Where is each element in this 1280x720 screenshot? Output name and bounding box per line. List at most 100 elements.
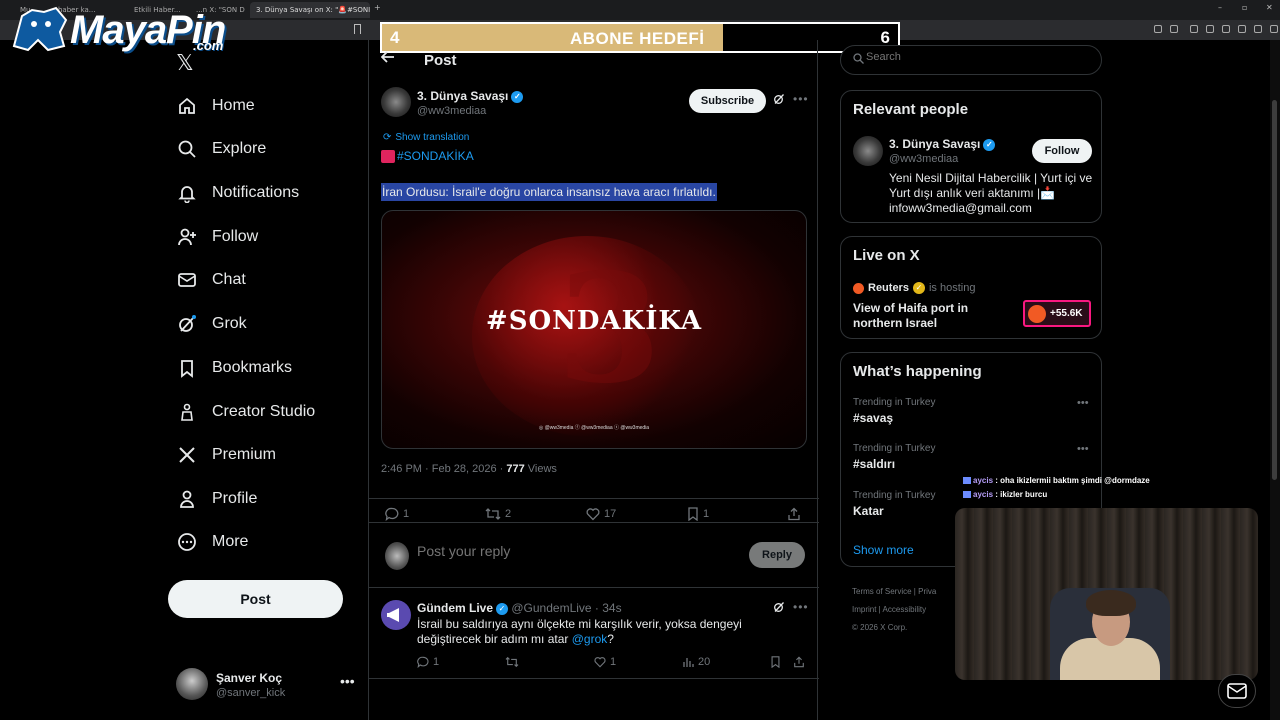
new-tab-button[interactable]: + — [374, 3, 381, 12]
trend-item[interactable]: Trending in Turkey #savaş ••• — [853, 397, 1093, 433]
x-logo-icon[interactable]: 𝕏 — [176, 50, 194, 76]
search-box[interactable] — [840, 45, 1102, 75]
more-options-icon[interactable]: ••• — [793, 600, 809, 614]
comment-author[interactable]: Gündem Live ✓ @GundemLive · 34s — [417, 601, 622, 615]
show-translation-link[interactable]: ⟳ Show translation — [383, 132, 469, 143]
reply-submit-button[interactable]: Reply — [749, 542, 805, 568]
megaphone-icon — [387, 608, 399, 622]
nav-item-chat[interactable]: Chat — [176, 265, 246, 295]
bookmark-button[interactable] — [770, 656, 781, 668]
live-panel: Live on X Reuters ✓ is hosting View of H… — [840, 236, 1102, 339]
avatar[interactable] — [381, 87, 411, 117]
more-options-icon[interactable]: ••• — [340, 673, 355, 689]
reply-input[interactable] — [417, 543, 697, 559]
menu-icon[interactable] — [1270, 25, 1278, 33]
extension-icon[interactable] — [1154, 25, 1162, 33]
avatar[interactable] — [853, 136, 883, 166]
author-name[interactable]: 3. Dünya Savaşı ✓ — [417, 89, 524, 103]
repost-button[interactable]: 2 — [485, 507, 511, 521]
bookmark-star-icon[interactable] — [354, 24, 361, 34]
account-switcher[interactable]: Şanver Koç @sanver_kick ••• — [176, 666, 366, 706]
share-icon — [788, 507, 800, 521]
nav-item-home[interactable]: Home — [176, 91, 255, 121]
restore-button[interactable]: ▫ — [1242, 3, 1247, 12]
nav-label: Bookmarks — [212, 359, 293, 376]
live-host[interactable]: Reuters ✓ is hosting — [853, 282, 975, 294]
more-options-icon[interactable]: ••• — [1077, 397, 1089, 409]
share-button[interactable] — [787, 507, 801, 521]
repost-button[interactable] — [505, 656, 523, 668]
shield-icon[interactable] — [1254, 25, 1262, 33]
like-button[interactable]: 17 — [586, 507, 616, 521]
extension-icon[interactable] — [1170, 25, 1178, 33]
mention-link[interactable]: @grok — [572, 632, 608, 646]
nav-item-profile[interactable]: Profile — [176, 484, 257, 514]
bookmark-button[interactable]: 1 — [687, 507, 709, 521]
privacy-link[interactable]: Priva — [918, 587, 936, 596]
close-window-button[interactable]: ✕ — [1266, 3, 1273, 12]
grok-icon[interactable] — [773, 601, 785, 616]
badge-icon — [963, 491, 971, 499]
hashtag-link[interactable]: #SONDAKİKA — [381, 149, 474, 164]
screen: Mu... haber ka... Etkili Haber... ...n X… — [0, 0, 1280, 720]
nav-item-explore[interactable]: Explore — [176, 134, 266, 164]
verified-badge-icon: ✓ — [496, 602, 509, 615]
search-input[interactable] — [866, 51, 1086, 63]
reply-button[interactable]: 1 — [417, 656, 439, 668]
imprint-link[interactable]: Imprint — [852, 605, 876, 614]
nav-label: Creator Studio — [212, 403, 316, 420]
more-options-icon[interactable]: ••• — [793, 92, 809, 106]
nav-item-bookmarks[interactable]: Bookmarks — [176, 353, 292, 383]
reply-button[interactable]: 1 — [385, 507, 409, 521]
extension-icon[interactable] — [1238, 25, 1246, 33]
nav-item-grok[interactable]: Grok — [176, 309, 247, 339]
follow-button[interactable]: Follow — [1032, 139, 1092, 163]
grok-icon[interactable] — [773, 93, 785, 108]
heart-icon — [594, 657, 606, 668]
trend-item[interactable]: Trending in Turkey #saldırı ••• — [853, 443, 1093, 479]
views-label: Views — [524, 463, 557, 475]
live-title[interactable]: View of Haifa port in northern Israel — [853, 301, 1003, 331]
show-more-link[interactable]: Show more — [853, 543, 914, 557]
page-title: Post — [424, 52, 457, 69]
scrollbar-thumb[interactable] — [1272, 100, 1277, 480]
compose-post-button[interactable]: Post — [168, 580, 343, 618]
timestamp[interactable]: 2:46 PM · Feb 28, 2026 · — [381, 463, 506, 475]
person-handle[interactable]: @ww3mediaa — [889, 153, 958, 165]
browser-tab-active[interactable]: 3. Dünya Savaşı on X: "🚨#SONI... — [250, 2, 370, 18]
post-image[interactable]: 3 #SONDAKİKA ◎ @ww3media ⓕ @ww3mediaa ⓣ … — [381, 210, 807, 449]
like-button[interactable]: 1 — [594, 656, 616, 668]
messages-button[interactable] — [1218, 674, 1256, 708]
nav-label: Notifications — [212, 184, 300, 201]
subscribe-button[interactable]: Subscribe — [689, 89, 766, 113]
creator-studio-icon — [176, 401, 198, 423]
nav-item-follow[interactable]: Follow — [176, 222, 258, 252]
avatar[interactable] — [381, 600, 411, 630]
share-button[interactable] — [793, 656, 805, 668]
minimize-button[interactable]: – — [1218, 3, 1222, 12]
post-text: İran Ordusu: İsrail'e doğru onlarca insa… — [381, 183, 717, 201]
nav-item-premium[interactable]: Premium — [176, 440, 276, 470]
media-icon[interactable] — [1190, 25, 1198, 33]
accessibility-link[interactable]: Accessibility — [883, 605, 927, 614]
back-arrow-icon[interactable] — [380, 50, 395, 67]
siren-icon — [381, 150, 395, 164]
search-icon — [176, 138, 198, 160]
reply-icon — [417, 656, 429, 668]
extension-icon[interactable] — [1222, 25, 1230, 33]
streamer-hair — [1086, 590, 1136, 616]
person-name[interactable]: 3. Dünya Savaşı ✓ — [889, 137, 996, 151]
bookmark-icon — [176, 357, 198, 379]
terms-link[interactable]: Terms of Service — [852, 587, 912, 596]
scrollbar[interactable] — [1270, 40, 1280, 720]
live-listeners-badge[interactable]: +55.6K — [1023, 300, 1091, 327]
author-handle[interactable]: @ww3mediaa — [417, 105, 486, 117]
views-button[interactable]: 20 — [682, 656, 710, 668]
verified-badge-icon: ✓ — [511, 90, 524, 103]
nav-item-creator-studio[interactable]: Creator Studio — [176, 397, 315, 427]
nav-label: Home — [212, 97, 255, 114]
sidebar-icon[interactable] — [1206, 25, 1214, 33]
nav-item-notifications[interactable]: Notifications — [176, 178, 299, 208]
nav-item-more[interactable]: More — [176, 527, 248, 557]
more-options-icon[interactable]: ••• — [1077, 443, 1089, 455]
